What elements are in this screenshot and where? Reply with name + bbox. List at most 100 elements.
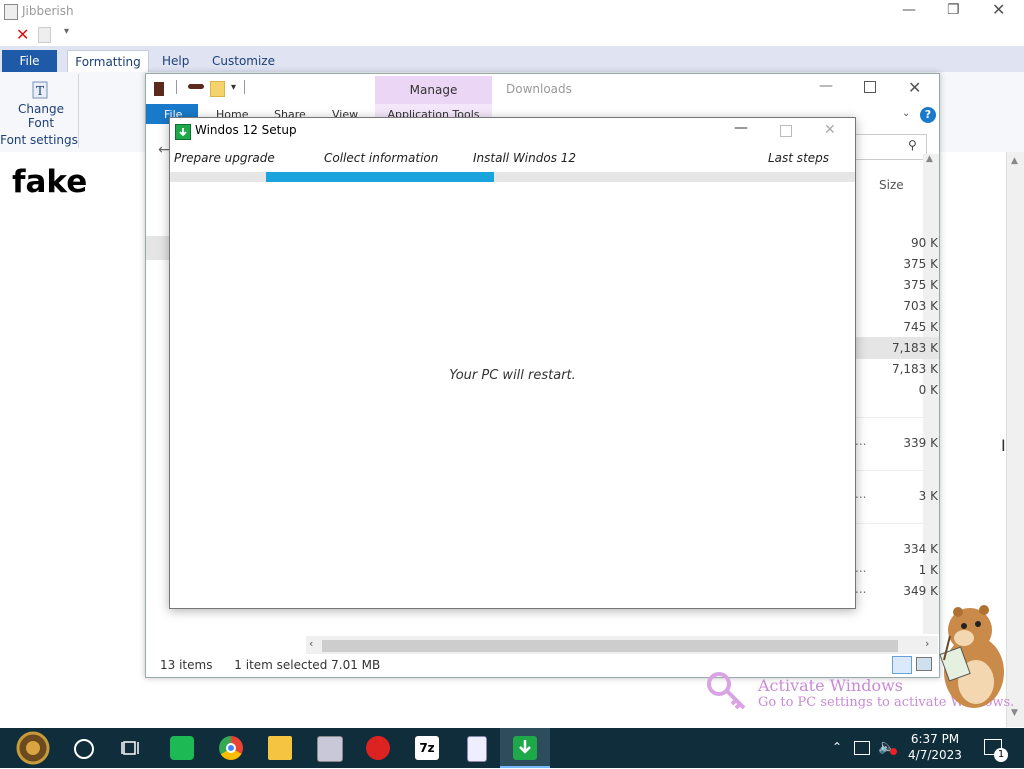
chrome-center <box>226 743 236 753</box>
minimize-button[interactable]: — <box>902 2 916 18</box>
ribbon-tab-manage[interactable]: Manage <box>375 76 492 104</box>
background-title-bar: Jibberish — ❐ ✕ <box>0 0 1024 24</box>
qat-dropdown-icon[interactable]: ▾ <box>64 26 69 37</box>
ribbon-tab-customize[interactable]: Customize <box>212 54 275 68</box>
file-size-cell: 703 K <box>903 299 938 313</box>
file-size-cell: 90 K <box>911 236 938 250</box>
setup-download-icon <box>175 124 191 140</box>
explorer-minimize-button[interactable]: — <box>819 78 833 94</box>
file-size-cell: 7,183 K <box>891 362 938 376</box>
document-icon <box>4 4 18 20</box>
qat-separator <box>244 80 245 94</box>
file-size-cell: 334 K <box>903 542 938 556</box>
new-document-icon[interactable] <box>38 27 51 43</box>
text-cursor-icon: I <box>1001 436 1006 455</box>
background-window-title: Jibberish <box>22 4 74 18</box>
file-size-cell: 339 K <box>903 436 938 450</box>
setup-status-message: Your PC will restart. <box>449 368 576 383</box>
close-button[interactable]: ✕ <box>992 0 1005 19</box>
cortana-icon[interactable] <box>74 739 94 759</box>
file-size-cell: 349 K <box>903 584 938 598</box>
explorer-maximize-button[interactable] <box>864 81 876 93</box>
back-arrow-icon[interactable]: ← <box>158 142 170 158</box>
maximize-button[interactable]: ❐ <box>947 2 960 18</box>
network-icon[interactable] <box>854 741 870 755</box>
step-last-steps: Last steps <box>768 151 830 165</box>
file-explorer-icon[interactable] <box>268 736 292 760</box>
row-divider <box>856 523 926 524</box>
notepad-icon[interactable] <box>467 736 487 762</box>
setup-dialog-title: Windos 12 Setup <box>195 123 297 137</box>
file-size-cell: 1 K <box>918 563 938 577</box>
explorer-window-title: Downloads <box>506 82 572 96</box>
task-view-icon[interactable] <box>121 740 139 755</box>
notification-count-badge: 1 <box>994 748 1008 762</box>
clock-date: 4/7/2023 <box>908 748 962 762</box>
setup-progress-fill <box>266 172 494 182</box>
file-size-cell: 745 K <box>903 320 938 334</box>
quick-access-toolbar: ✕ ▾ <box>0 24 1024 46</box>
scroll-right-arrow-icon[interactable]: › <box>925 637 929 650</box>
file-size-cell: 7,183 K <box>891 341 938 355</box>
setup-close-button: ✕ <box>824 122 836 138</box>
svg-text:T: T <box>36 84 44 98</box>
document-text: fake <box>12 164 88 200</box>
taskbar-clock[interactable]: 6:37 PM 4/7/2023 <box>895 731 975 763</box>
change-font-button[interactable]: Change Font <box>0 102 82 130</box>
ribbon-tab-file[interactable]: File <box>2 50 57 72</box>
row-divider <box>856 470 926 471</box>
step-prepare-upgrade: Prepare upgrade <box>174 151 275 165</box>
details-view-icon[interactable] <box>892 656 912 674</box>
font-icon: T <box>30 80 50 100</box>
hamster-mascot-icon <box>930 600 1008 710</box>
nav-pane-selected-item[interactable] <box>146 236 171 260</box>
key-icon <box>706 668 750 712</box>
7zip-icon[interactable]: 7z <box>415 736 439 760</box>
chrome-icon[interactable] <box>219 736 243 760</box>
status-item-count: 13 items <box>160 658 213 672</box>
qat-dropdown-icon[interactable]: ▾ <box>231 82 236 93</box>
explorer-app-icon <box>154 82 164 96</box>
explorer-close-button[interactable]: ✕ <box>908 78 921 97</box>
ribbon-tab-help[interactable]: Help <box>162 54 189 68</box>
close-x-icon[interactable]: ✕ <box>16 25 29 44</box>
app-red-icon[interactable] <box>366 736 390 760</box>
new-folder-icon[interactable] <box>210 81 225 97</box>
font-settings-group-label: Font settings <box>0 133 78 147</box>
document-vertical-scrollbar[interactable]: ▲ ▼ <box>1006 152 1024 727</box>
horizontal-scroll-thumb[interactable] <box>322 640 898 652</box>
help-icon[interactable]: ? <box>920 107 936 123</box>
step-install: Install Windos 12 <box>473 151 577 165</box>
file-size-cell: 3 K <box>918 489 938 503</box>
setup-maximize-button <box>780 125 792 137</box>
setup-minimize-button[interactable]: — <box>734 120 748 136</box>
search-input[interactable]: ⚲ <box>851 134 927 160</box>
change-font-line1: Change <box>18 102 64 116</box>
setup-icon[interactable] <box>513 736 537 760</box>
scroll-left-arrow-icon[interactable]: ‹ <box>309 637 313 650</box>
change-font-line2: Font <box>27 116 55 130</box>
row-divider <box>856 417 926 418</box>
clock-time: 6:37 PM <box>910 732 960 746</box>
properties-icon[interactable] <box>188 84 204 89</box>
spotify-icon[interactable] <box>170 736 194 760</box>
qat-separator <box>176 80 177 94</box>
column-header-size[interactable]: Size <box>879 178 904 192</box>
status-bar: 13 items 1 item selected 7.01 MB <box>160 658 380 672</box>
scroll-up-arrow-icon[interactable]: ▲ <box>926 154 933 164</box>
scroll-up-arrow-icon[interactable]: ▲ <box>1011 156 1018 166</box>
show-hidden-icons-chevron-icon[interactable]: ⌃ <box>832 740 842 754</box>
ribbon-expand-icon[interactable]: ⌄ <box>902 108 910 119</box>
ribbon-tab-bar <box>0 46 1024 73</box>
file-size-cell: 375 K <box>903 257 938 271</box>
step-collect-information: Collect information <box>324 151 439 165</box>
search-icon: ⚲ <box>908 138 917 152</box>
setup-dialog: Windos 12 Setup — ✕ Prepare upgrade Coll… <box>169 117 856 609</box>
start-icon[interactable] <box>10 731 56 765</box>
app-icon[interactable] <box>317 736 343 762</box>
file-size-cell: 375 K <box>903 278 938 292</box>
status-selection: 1 item selected 7.01 MB <box>234 658 381 672</box>
ribbon-tab-formatting[interactable]: Formatting <box>67 50 149 74</box>
ribbon-divider <box>78 74 79 148</box>
file-size-cell: 0 K <box>918 383 938 397</box>
